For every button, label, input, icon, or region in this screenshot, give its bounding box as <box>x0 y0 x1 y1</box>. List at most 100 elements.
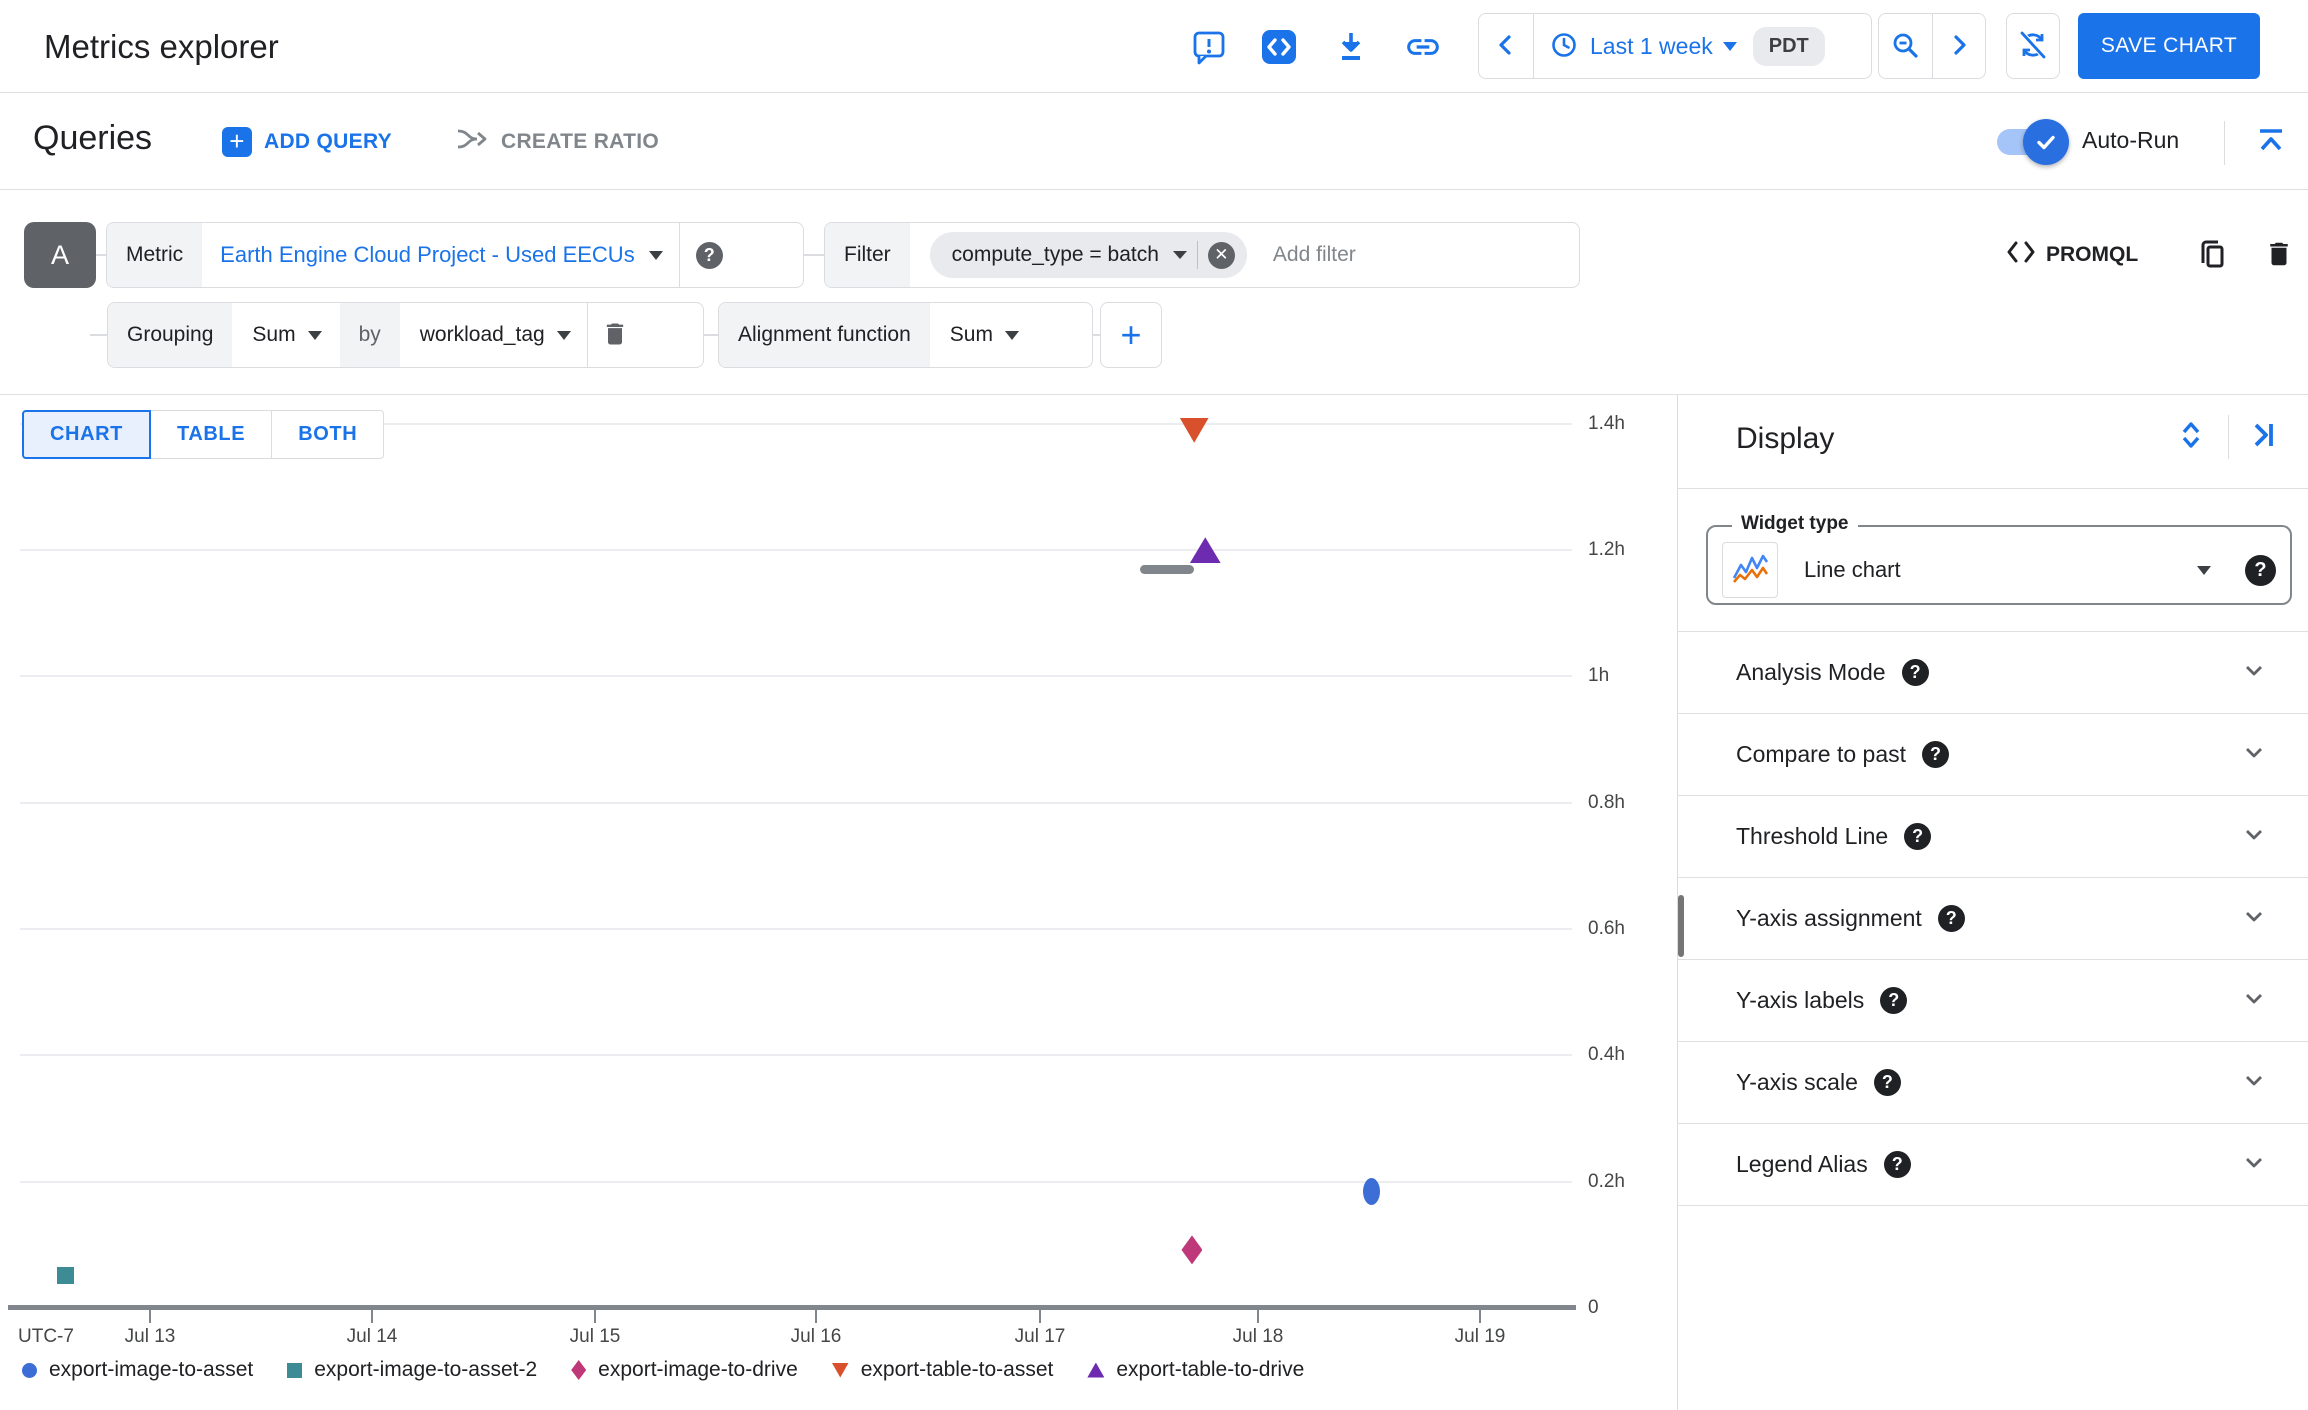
legend-marker-triangle-up <box>1087 1362 1105 1378</box>
download-button[interactable] <box>1329 26 1373 70</box>
gridline <box>20 1181 1572 1183</box>
caret-down-icon <box>556 330 571 340</box>
section-legend-alias[interactable]: Legend Alias ? <box>1678 1124 2308 1206</box>
legend-label: export-image-to-asset-2 <box>314 1358 538 1381</box>
section-y-axis-labels[interactable]: Y-axis labels ? <box>1678 960 2308 1042</box>
section-compare-to-past[interactable]: Compare to past ? <box>1678 714 2308 796</box>
save-chart-button[interactable]: SAVE CHART <box>2078 13 2260 79</box>
help-icon[interactable]: ? <box>1901 659 1929 686</box>
grouping-fn-select[interactable]: Sum <box>232 303 322 367</box>
section-label: Compare to past <box>1736 741 1907 767</box>
delete-query-button[interactable] <box>2256 232 2302 278</box>
help-icon[interactable]: ? <box>2245 554 2276 586</box>
chart-legend: export-image-to-asset export-image-to-as… <box>22 1358 1304 1382</box>
add-processing-step-button[interactable]: + <box>1100 302 1162 368</box>
auto-run-toggle[interactable] <box>1997 119 2069 165</box>
caret-down-icon <box>648 250 663 260</box>
alignment-fn-select[interactable]: Sum <box>930 303 1019 367</box>
collapse-up-icon <box>2253 123 2289 162</box>
x-tick <box>1257 1310 1259 1323</box>
divider <box>2228 415 2229 459</box>
help-icon[interactable]: ? <box>1904 823 1932 850</box>
time-forward-button[interactable] <box>1933 14 1986 78</box>
add-query-label: ADD QUERY <box>264 129 392 153</box>
chart-point-export-table-to-asset <box>1179 417 1209 443</box>
help-icon[interactable]: ? <box>1883 1151 1911 1178</box>
section-y-axis-assignment[interactable]: Y-axis assignment ? <box>1678 878 2308 960</box>
connector-line <box>90 334 107 336</box>
help-icon[interactable]: ? <box>1880 987 1908 1014</box>
legend-item[interactable]: export-image-to-drive <box>571 1358 798 1382</box>
feedback-icon <box>1191 29 1227 68</box>
collapse-panel-button[interactable] <box>2240 413 2286 459</box>
filter-label: Filter <box>825 223 910 287</box>
zoom-out-button[interactable] <box>1879 14 1932 78</box>
feedback-button[interactable] <box>1187 26 1231 70</box>
collapse-queries-button[interactable] <box>2246 117 2296 167</box>
filter-chip[interactable]: compute_type = batch ✕ <box>929 232 1247 278</box>
trash-icon <box>601 320 629 351</box>
promql-button[interactable]: PROMQL <box>2006 240 2138 270</box>
remove-filter-button[interactable]: ✕ <box>1207 241 1235 269</box>
grouping-label: Grouping <box>108 303 233 367</box>
create-ratio-button[interactable]: CREATE RATIO <box>455 93 659 190</box>
x-tick <box>1479 1310 1481 1323</box>
main-content: 1.4h 1.2h 1h 0.8h 0.6h 0.4h 0.2h 0 UTC-7… <box>0 395 2308 1410</box>
panel-scrollbar-thumb[interactable] <box>1678 895 1684 957</box>
help-icon[interactable]: ? <box>1937 905 1965 932</box>
caret-down-icon <box>1004 330 1019 340</box>
auto-refresh-toolbar <box>2006 13 2060 79</box>
legend-label: export-image-to-drive <box>598 1358 798 1381</box>
x-tick <box>1039 1310 1041 1323</box>
alignment-field-group: Alignment function Sum <box>718 302 1093 368</box>
remove-grouping-button[interactable] <box>592 312 638 358</box>
connector-line <box>804 254 824 256</box>
metric-select[interactable]: Earth Engine Cloud Project - Used EECUs <box>202 223 663 287</box>
y-tick-label: 0.6h <box>1588 918 1625 939</box>
x-axis-line <box>8 1305 1576 1310</box>
alignment-fn-value: Sum <box>949 323 993 346</box>
expand-collapse-all-button[interactable] <box>2168 413 2214 459</box>
legend-item[interactable]: export-table-to-asset <box>831 1358 1053 1382</box>
help-icon[interactable]: ? <box>1922 741 1950 768</box>
metric-help-button[interactable]: ? <box>680 241 739 269</box>
share-link-button[interactable] <box>1401 26 1445 70</box>
add-query-button[interactable]: + ADD QUERY <box>222 93 392 190</box>
auto-refresh-off-button[interactable] <box>2007 14 2059 78</box>
legend-item[interactable]: export-image-to-asset <box>22 1358 253 1382</box>
copy-icon <box>2195 238 2227 273</box>
caret-down-icon <box>1172 251 1187 259</box>
add-filter-placeholder[interactable]: Add filter <box>1273 243 1356 267</box>
gridline <box>20 928 1572 930</box>
auto-run-toggle-thumb <box>2023 119 2069 165</box>
chevron-down-icon <box>2240 1148 2268 1181</box>
display-panel: Display Widget type Line chart ? Analysi… <box>1678 395 2308 1410</box>
gridline <box>20 549 1572 551</box>
connector-line <box>704 334 718 336</box>
code-button[interactable] <box>1257 26 1301 70</box>
legend-item[interactable]: export-table-to-drive <box>1087 1358 1304 1382</box>
help-icon[interactable]: ? <box>1873 1069 1901 1096</box>
time-back-button[interactable] <box>1479 14 1533 78</box>
time-range-button[interactable]: Last 1 week <box>1534 14 1737 78</box>
legend-marker-triangle-down <box>831 1362 849 1378</box>
alignment-label: Alignment function <box>719 303 930 367</box>
section-threshold-line[interactable]: Threshold Line ? <box>1678 796 2308 878</box>
timezone-badge: PDT <box>1752 26 1825 66</box>
chevron-down-icon <box>2240 984 2268 1017</box>
section-y-axis-scale[interactable]: Y-axis scale ? <box>1678 1042 2308 1124</box>
copy-query-button[interactable] <box>2188 232 2234 278</box>
legend-item[interactable]: export-image-to-asset-2 <box>287 1358 537 1382</box>
view-tabs: CHART TABLE BOTH <box>22 410 385 459</box>
tab-table[interactable]: TABLE <box>151 410 273 459</box>
section-analysis-mode[interactable]: Analysis Mode ? <box>1678 632 2308 714</box>
chevron-down-icon <box>2240 1066 2268 1099</box>
group-by-value: workload_tag <box>419 323 545 346</box>
tab-chart[interactable]: CHART <box>22 410 151 459</box>
widget-type-field[interactable]: Widget type Line chart ? <box>1706 513 2292 605</box>
x-tick-label: Jul 15 <box>569 1326 621 1347</box>
promql-area: PROMQL <box>2006 222 2302 288</box>
group-by-select[interactable]: workload_tag <box>400 303 571 367</box>
close-circle-icon: ✕ <box>1207 241 1235 269</box>
tab-both[interactable]: BOTH <box>272 410 385 459</box>
